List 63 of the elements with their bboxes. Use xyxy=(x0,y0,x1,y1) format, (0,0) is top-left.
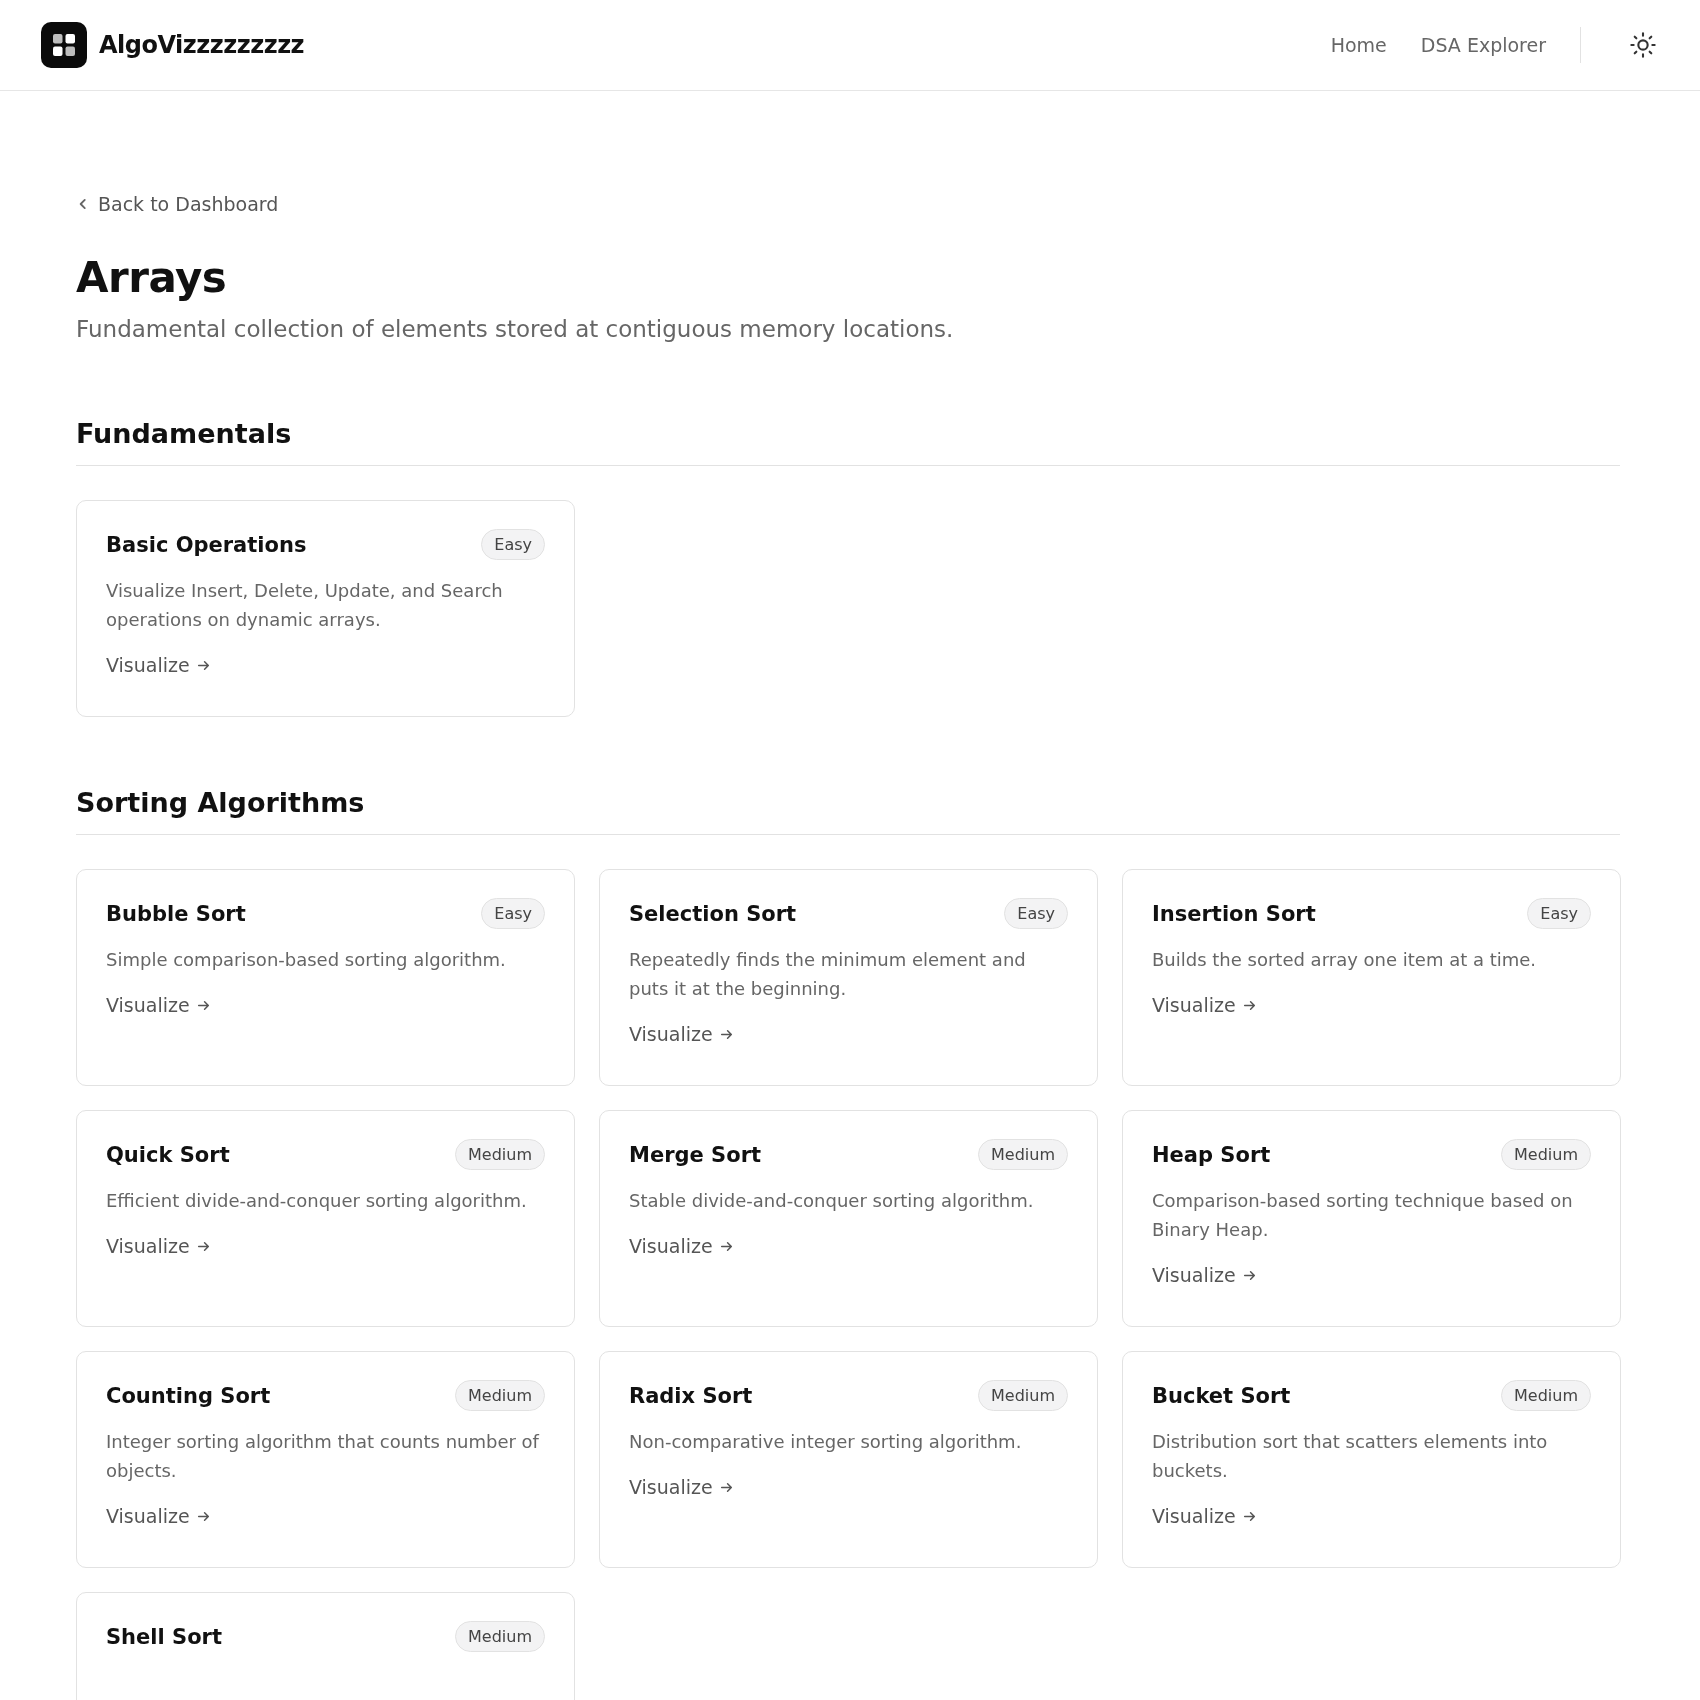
card-title: Shell Sort xyxy=(106,1624,222,1649)
card-title: Counting Sort xyxy=(106,1383,271,1408)
brand-name[interactable]: AlgoVizzzzzzzzz xyxy=(99,31,305,59)
nav-link[interactable]: Home xyxy=(1330,34,1387,56)
visualize-link[interactable]: Visualize xyxy=(1152,994,1591,1016)
card-title: Bubble Sort xyxy=(106,901,246,926)
logo-icon xyxy=(41,22,87,68)
difficulty-badge: Medium xyxy=(455,1621,545,1652)
card-description: Simple comparison-based sorting algorithm. xyxy=(106,948,507,972)
visualize-link[interactable]: Visualize xyxy=(629,1476,1068,1498)
card-title: Radix Sort xyxy=(629,1383,753,1408)
card-description: Integer sorting algorithm that counts number of objects. xyxy=(106,1430,541,1483)
visualize-link[interactable]: Visualize xyxy=(629,1023,1068,1045)
algorithm-card[interactable]: Radix Sort Medium Non-comparative integer sorting algorithm. Visualize xyxy=(599,1351,1098,1568)
algorithm-card[interactable]: Shell Sort Medium xyxy=(76,1592,575,1700)
card-title: Basic Operations xyxy=(106,532,307,557)
difficulty-badge: Medium xyxy=(978,1139,1068,1170)
card-description: Builds the sorted array one item at a time. xyxy=(1152,948,1538,972)
difficulty-badge: Easy xyxy=(481,529,545,560)
visualize-link[interactable]: Visualize xyxy=(629,1235,1068,1257)
nav-link[interactable]: DSA Explorer xyxy=(1420,34,1546,56)
visualize-link[interactable]: Visualize xyxy=(1152,1505,1591,1527)
card-description: Stable divide-and-conquer sorting algorithm. xyxy=(629,1189,1035,1213)
difficulty-badge: Medium xyxy=(455,1139,545,1170)
section-heading: Fundamentals xyxy=(76,418,1620,466)
card-description: Comparison-based sorting technique based on Binary Heap. xyxy=(1152,1189,1574,1242)
visualize-link[interactable]: Visualize xyxy=(106,1235,545,1257)
card-title: Quick Sort xyxy=(106,1142,230,1167)
card-title: Merge Sort xyxy=(629,1142,762,1167)
card-description: Repeatedly finds the minimum element and puts it at the beginning. xyxy=(629,948,1027,1001)
algorithm-card[interactable]: Basic Operations Easy Visualize Insert, Delete, Update, and Search operations on dynamic arrays. Visualize xyxy=(76,500,575,717)
algorithm-card[interactable]: Quick Sort Medium Efficient divide-and-conquer sorting algorithm. Visualize xyxy=(76,1110,575,1327)
visualize-link[interactable]: Visualize xyxy=(106,654,545,676)
page-subtitle: Fundamental collection of elements stored at contiguous memory locations. xyxy=(76,316,955,342)
card-title: Insertion Sort xyxy=(1152,901,1316,926)
algorithm-card[interactable]: Counting Sort Medium Integer sorting algorithm that counts number of objects. Visualize xyxy=(76,1351,575,1568)
algorithm-card[interactable]: Bubble Sort Easy Simple comparison-based sorting algorithm. Visualize xyxy=(76,869,575,1086)
difficulty-badge: Medium xyxy=(455,1380,545,1411)
difficulty-badge: Medium xyxy=(978,1380,1068,1411)
difficulty-badge: Easy xyxy=(481,898,545,929)
card-description: Distribution sort that scatters elements into buckets. xyxy=(1152,1430,1549,1483)
visualize-link[interactable]: Visualize xyxy=(106,1505,545,1527)
algorithm-card[interactable]: Insertion Sort Easy Builds the sorted array one item at a time. Visualize xyxy=(1122,869,1621,1086)
difficulty-badge: Medium xyxy=(1501,1380,1591,1411)
card-description: Visualize Insert, Delete, Update, and Search operations on dynamic arrays. xyxy=(106,579,504,632)
card-title: Selection Sort xyxy=(629,901,797,926)
card-description: Efficient divide-and-conquer sorting algorithm. xyxy=(106,1189,528,1213)
card-title: Heap Sort xyxy=(1152,1142,1271,1167)
back-link[interactable]: Back to Dashboard xyxy=(76,193,279,215)
visualize-link[interactable]: Visualize xyxy=(106,994,545,1016)
card-title: Bucket Sort xyxy=(1152,1383,1291,1408)
algorithm-card[interactable]: Merge Sort Medium Stable divide-and-conquer sorting algorithm. Visualize xyxy=(599,1110,1098,1327)
difficulty-badge: Easy xyxy=(1527,898,1591,929)
difficulty-badge: Medium xyxy=(1501,1139,1591,1170)
card-description: Non-comparative integer sorting algorithm. xyxy=(629,1430,1023,1454)
page-title: Arrays xyxy=(76,253,228,302)
section-heading: Sorting Algorithms xyxy=(76,787,1620,835)
sun-icon[interactable] xyxy=(1629,31,1657,59)
algorithm-card[interactable]: Bucket Sort Medium Distribution sort that scatters elements into buckets. Visualize xyxy=(1122,1351,1621,1568)
visualize-link[interactable]: Visualize xyxy=(1152,1264,1591,1286)
algorithm-card[interactable]: Heap Sort Medium Comparison-based sorting technique based on Binary Heap. Visualize xyxy=(1122,1110,1621,1327)
difficulty-badge: Easy xyxy=(1004,898,1068,929)
algorithm-card[interactable]: Selection Sort Easy Repeatedly finds the minimum element and puts it at the beginning. Visualize xyxy=(599,869,1098,1086)
